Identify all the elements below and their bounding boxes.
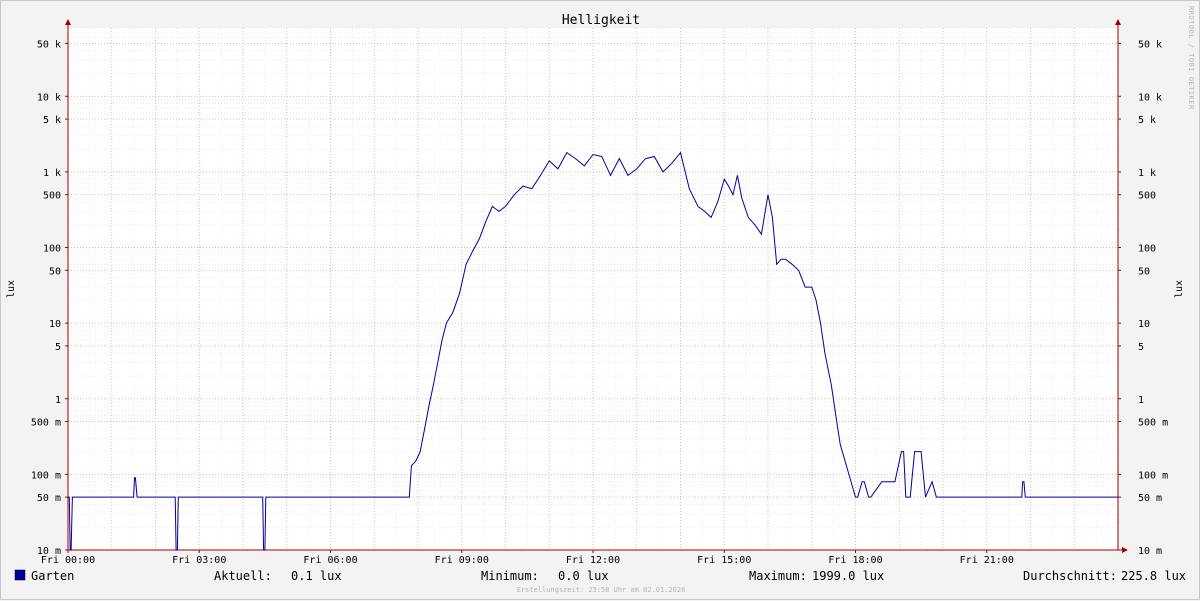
y-tick-label-right: 1 k — [1138, 168, 1156, 179]
x-tick-label: Fri 09:00 — [435, 555, 489, 566]
max-value: 1999.0 lux — [812, 569, 884, 583]
x-tick-label: Fri 03:00 — [172, 555, 226, 566]
y-tick-label-left: 50 k — [37, 39, 61, 50]
y-tick-label-right: 10 k — [1138, 92, 1162, 103]
legend-swatch-garten — [14, 569, 26, 581]
y-tick-label-right: 50 m — [1138, 493, 1162, 504]
y-tick-label-right: 50 — [1138, 266, 1150, 277]
y-tick-label-left: 100 m — [31, 470, 61, 481]
y-axis-arrow-right — [1115, 19, 1121, 25]
rrdtool-watermark: RRDTOOL / TOBI OETIKER — [1187, 6, 1195, 110]
x-tick-label: Fri 15:00 — [697, 555, 751, 566]
max-label: Maximum: — [749, 569, 807, 583]
current-value: 0.1 lux — [291, 569, 342, 583]
y-tick-label-left: 50 — [49, 266, 61, 277]
y-tick-label-right: 10 — [1138, 319, 1150, 330]
y-tick-label-left: 1 — [55, 395, 61, 406]
y-tick-label-left: 5 k — [43, 115, 61, 126]
y-tick-label-left: 100 — [43, 244, 61, 255]
x-axis-arrow — [1122, 547, 1128, 553]
y-tick-label-left: 10 — [49, 319, 61, 330]
y-axis-arrow-left — [65, 19, 71, 25]
y-tick-label-right: 100 — [1138, 244, 1156, 255]
chart-title: Helligkeit — [562, 13, 640, 28]
min-value: 0.0 lux — [558, 569, 609, 583]
x-tick-label: Fri 21:00 — [960, 555, 1014, 566]
y-axis-label-left: lux — [6, 280, 17, 298]
y-tick-label-left: 5 — [55, 342, 61, 353]
x-tick-label: Fri 00:00 — [41, 555, 95, 566]
legend-series-name: Garten — [31, 569, 74, 583]
y-tick-label-right: 1 — [1138, 395, 1144, 406]
min-label: Minimum: — [481, 569, 539, 583]
y-tick-label-right: 10 m — [1138, 546, 1162, 557]
y-axis-label-right: lux — [1174, 280, 1185, 298]
y-tick-label-right: 5 — [1138, 342, 1144, 353]
y-tick-label-right: 500 m — [1138, 418, 1168, 429]
avg-label: Durchschnitt: — [1023, 569, 1117, 583]
x-tick-label: Fri 12:00 — [566, 555, 620, 566]
current-label: Aktuell: — [214, 569, 272, 583]
rrd-graph-frame: 10 m 10 m 50 m 50 m 100 m 100 m 500 m 500 m1155… — [0, 0, 1200, 600]
y-tick-label-left: 10 k — [37, 92, 61, 103]
y-tick-label-right: 500 — [1138, 191, 1156, 202]
y-tick-label-left: 500 m — [31, 418, 61, 429]
y-tick-label-left: 500 — [43, 191, 61, 202]
x-tick-label: Fri 06:00 — [303, 555, 357, 566]
chart: 10 m 10 m50 m 50 m100 m 100 m500 m 500 m1 15 5… — [6, 6, 1195, 594]
avg-value: 225.8 lux — [1121, 569, 1186, 583]
creation-time-footnote: Erstellungszeit: 23:58 Uhr am 02.01.2026 — [517, 586, 686, 594]
y-tick-label-right: 50 k — [1138, 39, 1162, 50]
y-tick-label-right: 100 m — [1138, 470, 1168, 481]
y-tick-label-left: 1 k — [43, 168, 61, 179]
y-tick-label-right: 5 k — [1138, 115, 1156, 126]
x-tick-label: Fri 18:00 — [828, 555, 882, 566]
y-tick-label-left: 50 m — [37, 493, 61, 504]
